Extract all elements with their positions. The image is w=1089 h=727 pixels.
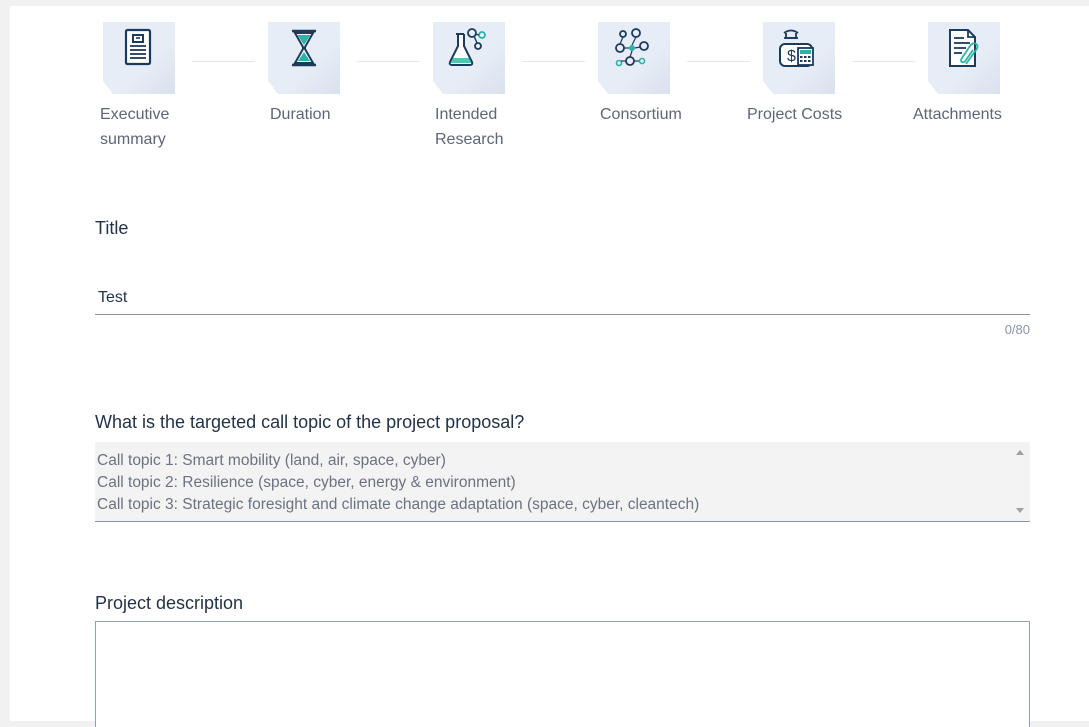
title-label: Title [95, 218, 129, 238]
call-topic-option[interactable]: Call topic 1: Smart mobility (land, air,… [97, 452, 446, 470]
step-connector [357, 61, 420, 62]
step-label: Attachments [913, 106, 1002, 123]
step-connector [687, 61, 750, 62]
svg-text:$: $ [787, 48, 796, 65]
paperclip-document-icon [949, 29, 979, 67]
hourglass-icon [292, 29, 316, 67]
step-connector [192, 61, 255, 62]
step-label: Duration [270, 106, 331, 123]
network-people-icon [615, 28, 649, 67]
step-connector [852, 61, 915, 62]
document-icon [124, 28, 152, 66]
flask-icon [448, 28, 486, 66]
project-description-textarea[interactable] [95, 621, 1030, 727]
call-topic-listbox[interactable]: Call topic 1: Smart mobility (land, air,… [95, 442, 1030, 522]
form-card: Executive summary Duration Intended Rese… [10, 6, 1089, 727]
call-topic-option[interactable]: Call topic 2: Resilience (space, cyber, … [97, 474, 516, 492]
scroll-down-arrow-icon[interactable] [1016, 508, 1024, 513]
money-calculator-icon: $ [779, 29, 814, 67]
character-counter: 0/80 [1004, 322, 1030, 337]
step-label: Executive summary [100, 106, 170, 148]
wizard-stepper: Executive summary Duration Intended Rese… [10, 6, 1089, 176]
step-label: Intended Research [435, 106, 504, 148]
project-description-label: Project description [95, 593, 244, 613]
step-label: Consortium [600, 106, 682, 123]
step-connector [522, 61, 585, 62]
call-topic-label: What is the targeted call topic of the p… [95, 412, 525, 432]
step-label: Project Costs [747, 106, 843, 123]
call-topic-option[interactable]: Call topic 3: Strategic foresight and cl… [97, 496, 699, 514]
scroll-up-arrow-icon[interactable] [1016, 450, 1024, 455]
title-input[interactable] [95, 281, 1030, 315]
